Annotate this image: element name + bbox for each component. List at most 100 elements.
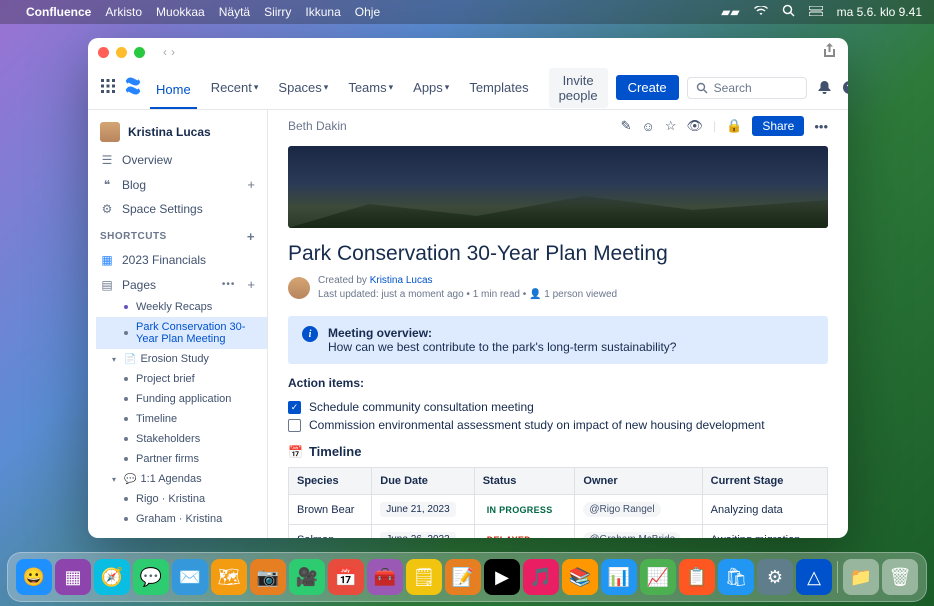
- dock-app[interactable]: 📚: [562, 559, 598, 595]
- dock-app[interactable]: 📁: [843, 559, 879, 595]
- confluence-window: ‹ › Home Recent▾ Spaces▾ Teams▾ Apps▾ Te…: [88, 38, 848, 538]
- star-icon[interactable]: ☆: [665, 118, 677, 134]
- dock-app[interactable]: ▦: [55, 559, 91, 595]
- nav-templates[interactable]: Templates: [463, 76, 534, 99]
- dock-app[interactable]: 🧭: [94, 559, 130, 595]
- table-row: SalmonJune 26, 2023DELAYED@Graham McBrid…: [289, 525, 828, 539]
- notifications-icon[interactable]: [817, 80, 832, 95]
- menubar-item[interactable]: Siirry: [264, 5, 291, 19]
- forward-button[interactable]: ›: [171, 45, 175, 59]
- dock-app[interactable]: ✉️: [172, 559, 208, 595]
- tree-erosion-study[interactable]: ▾📄Erosion Study: [96, 349, 267, 369]
- lock-icon[interactable]: 🔒: [726, 118, 742, 134]
- dock-app[interactable]: 📝: [445, 559, 481, 595]
- confluence-logo-icon[interactable]: [124, 77, 142, 98]
- add-blog-icon[interactable]: +: [247, 177, 255, 192]
- dock-app[interactable]: 🗺: [211, 559, 247, 595]
- invite-people-button[interactable]: Invite people: [549, 68, 608, 108]
- menubar-item[interactable]: Arkisto: [105, 5, 142, 19]
- dock-app[interactable]: 🛍: [718, 559, 754, 595]
- close-window-button[interactable]: [98, 47, 109, 58]
- nav-home[interactable]: Home: [150, 78, 197, 109]
- tree-rigo[interactable]: Rigo · Kristina: [96, 489, 267, 509]
- menubar-item[interactable]: Ikkuna: [305, 5, 340, 19]
- create-button[interactable]: Create: [616, 75, 679, 100]
- dock-app[interactable]: △: [796, 559, 832, 595]
- sidebar: Kristina Lucas ☰Overview ❝Blog+ ⚙Space S…: [88, 110, 268, 538]
- dock-app[interactable]: ⚙: [757, 559, 793, 595]
- sidebar-shortcut-financials[interactable]: ▦2023 Financials: [88, 248, 267, 272]
- dock-app[interactable]: 💬: [133, 559, 169, 595]
- minimize-window-button[interactable]: [116, 47, 127, 58]
- tree-funding[interactable]: Funding application: [96, 389, 267, 409]
- tree-park-meeting[interactable]: Park Conservation 30-Year Plan Meeting: [96, 317, 267, 349]
- author-link[interactable]: Kristina Lucas: [370, 275, 433, 286]
- user-mention[interactable]: @Rigo Rangel: [583, 502, 660, 517]
- watch-icon[interactable]: 👁: [686, 118, 703, 134]
- dock-app[interactable]: 📊: [601, 559, 637, 595]
- control-center-icon[interactable]: [809, 5, 823, 19]
- menubar-item[interactable]: Näytä: [219, 5, 250, 19]
- menubar-item[interactable]: Muokkaa: [156, 5, 205, 19]
- checkbox-checked[interactable]: ✓: [288, 401, 301, 414]
- comment-icon[interactable]: ☺: [642, 119, 655, 134]
- tree-timeline[interactable]: Timeline: [96, 409, 267, 429]
- sidebar-pages-heading[interactable]: ▤Pages•••+: [88, 272, 267, 297]
- tree-project-brief[interactable]: Project brief: [96, 369, 267, 389]
- dock-app[interactable]: 🎵: [523, 559, 559, 595]
- dock-app[interactable]: 📋: [679, 559, 715, 595]
- battery-icon[interactable]: ▰▰: [721, 5, 739, 19]
- sidebar-blog[interactable]: ❝Blog+: [88, 172, 267, 197]
- dock-app[interactable]: 📷: [250, 559, 286, 595]
- nav-spaces[interactable]: Spaces▾: [272, 76, 334, 99]
- dock-app[interactable]: 😀: [16, 559, 52, 595]
- menubar-item[interactable]: Ohje: [355, 5, 380, 19]
- tree-partners[interactable]: Partner firms: [96, 449, 267, 469]
- top-navigation: Home Recent▾ Spaces▾ Teams▾ Apps▾ Templa…: [88, 66, 848, 110]
- dock-app[interactable]: 🗑: [882, 559, 918, 595]
- gear-icon: ⚙: [100, 202, 114, 216]
- back-button[interactable]: ‹: [163, 45, 167, 59]
- dock-app[interactable]: ▶: [484, 559, 520, 595]
- nav-recent[interactable]: Recent▾: [205, 76, 265, 99]
- sidebar-shortcuts-heading: SHORTCUTS+: [88, 221, 267, 248]
- app-switcher-icon[interactable]: [100, 78, 116, 97]
- fullscreen-window-button[interactable]: [134, 47, 145, 58]
- tree-agendas[interactable]: ▾💬1:1 Agendas: [96, 469, 267, 489]
- page-meta: Created by Kristina Lucas Last updated: …: [268, 274, 848, 316]
- author-avatar[interactable]: [288, 277, 310, 299]
- menubar-app[interactable]: Confluence: [26, 5, 91, 19]
- dock-app[interactable]: 🗒: [406, 559, 442, 595]
- share-button[interactable]: Share: [752, 116, 804, 136]
- nav-teams[interactable]: Teams▾: [342, 76, 399, 99]
- tree-graham[interactable]: Graham · Kristina: [96, 509, 267, 529]
- dock-app[interactable]: 🧰: [367, 559, 403, 595]
- search-placeholder: Search: [714, 81, 752, 95]
- dock-app[interactable]: 🎥: [289, 559, 325, 595]
- dock-app[interactable]: 📅: [328, 559, 364, 595]
- tree-weekly-recaps[interactable]: Weekly Recaps: [96, 297, 267, 317]
- nav-apps[interactable]: Apps▾: [407, 76, 455, 99]
- dock-app[interactable]: 📈: [640, 559, 676, 595]
- tree-stakeholders[interactable]: Stakeholders: [96, 429, 267, 449]
- sidebar-space-settings[interactable]: ⚙Space Settings: [88, 197, 267, 221]
- action-item-1: ✓ Schedule community consultation meetin…: [268, 398, 848, 416]
- more-actions-icon[interactable]: •••: [814, 119, 828, 134]
- sidebar-space-header[interactable]: Kristina Lucas: [88, 116, 267, 148]
- checkbox-unchecked[interactable]: [288, 419, 301, 432]
- user-mention[interactable]: @Graham McBride: [583, 532, 681, 538]
- search-input[interactable]: Search: [687, 77, 807, 99]
- wifi-icon[interactable]: [754, 5, 768, 19]
- spotlight-icon[interactable]: [782, 4, 795, 20]
- pages-more-icon[interactable]: •••: [222, 279, 240, 290]
- chevron-down-icon[interactable]: ▾: [112, 355, 120, 364]
- edit-icon[interactable]: ✎: [621, 118, 632, 134]
- help-icon[interactable]: ?: [842, 80, 848, 95]
- menubar-datetime[interactable]: ma 5.6. klo 9.41: [837, 5, 922, 19]
- add-page-icon[interactable]: +: [247, 277, 255, 292]
- breadcrumb[interactable]: Beth Dakin: [288, 119, 347, 133]
- sidebar-overview[interactable]: ☰Overview: [88, 148, 267, 172]
- share-icon[interactable]: [823, 43, 836, 61]
- add-shortcut-icon[interactable]: +: [247, 229, 255, 244]
- chevron-down-icon[interactable]: ▾: [112, 475, 120, 484]
